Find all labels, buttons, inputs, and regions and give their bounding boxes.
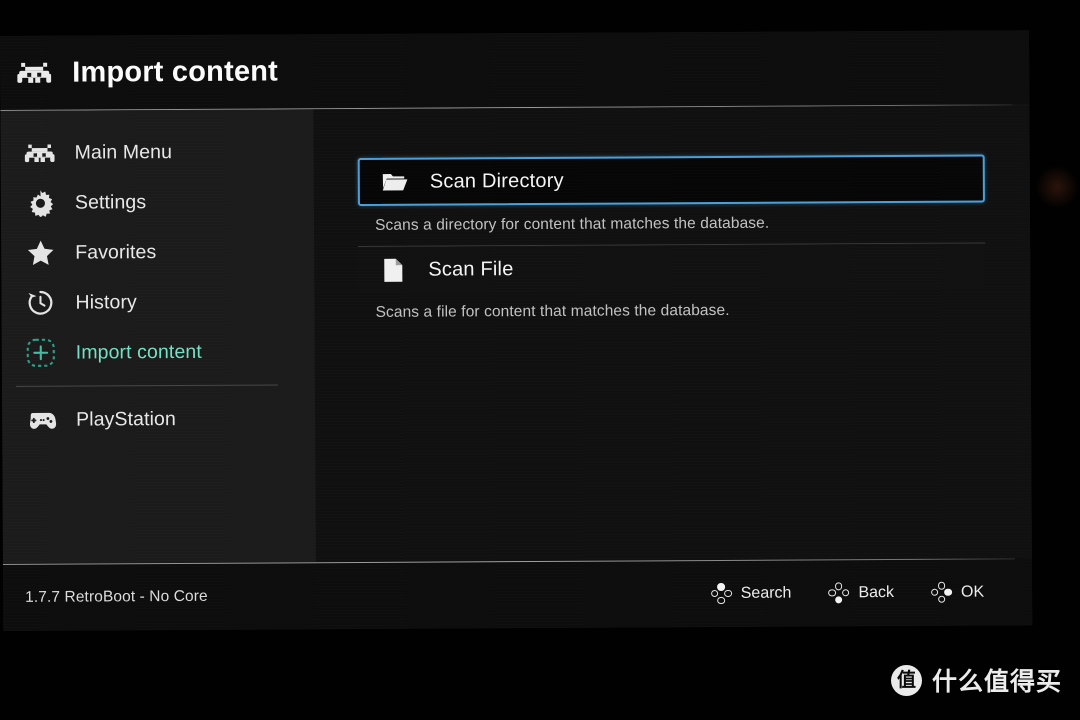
lens-glare <box>1036 166 1078 208</box>
smzdm-watermark-text: 什么值得买 <box>931 667 1062 696</box>
sidebar-item-label: Import content <box>75 340 202 364</box>
retroarch-ui-panel: Import content Main Menu Settings Favori… <box>0 30 1033 631</box>
history-clock-icon <box>19 289 61 317</box>
footer-action-label: OK <box>960 583 985 601</box>
footer-action-search[interactable]: Search <box>710 582 792 605</box>
page-title: Import content <box>72 54 279 89</box>
retroarch-logo-icon <box>14 58 54 88</box>
sidebar: Main Menu Settings Favorites History Imp… <box>0 109 316 564</box>
entry-scan-directory[interactable]: Scan Directory <box>357 154 985 207</box>
header-bar: Import content <box>0 30 1030 111</box>
photo-frame: Import content Main Menu Settings Favori… <box>0 0 1080 720</box>
sidebar-item-history[interactable]: History <box>1 276 314 328</box>
folder-icon <box>376 171 414 193</box>
entry-label: Scan File <box>428 257 514 281</box>
gamepad-icon <box>20 409 62 430</box>
entry-description: Scans a directory for content that match… <box>375 214 770 234</box>
sidebar-divider <box>15 384 278 387</box>
footer-action-back[interactable]: Back <box>828 582 895 604</box>
sidebar-item-settings[interactable]: Settings <box>1 176 314 228</box>
file-icon <box>374 257 412 282</box>
sidebar-item-playstation[interactable]: PlayStation <box>2 393 315 445</box>
footer-bar: 1.7.7 RetroBoot - No Core Search Back OK <box>2 558 1033 631</box>
footer-actions: Search Back OK <box>710 581 985 605</box>
entry-description: Scans a file for content that matches th… <box>375 301 730 321</box>
retroarch-logo-icon <box>19 142 61 163</box>
sidebar-item-label: Favorites <box>75 240 157 264</box>
footer-action-label: Back <box>858 583 895 601</box>
sidebar-item-label: History <box>75 290 137 314</box>
dashed-plus-icon <box>20 338 62 368</box>
sidebar-item-label: Settings <box>74 190 147 214</box>
footer-action-label: Search <box>740 584 792 602</box>
sidebar-item-label: PlayStation <box>76 407 176 431</box>
ps-button-cluster-icon <box>930 581 953 603</box>
sidebar-item-favorites[interactable]: Favorites <box>1 226 314 278</box>
ps-button-cluster-icon <box>710 582 732 605</box>
gear-icon <box>19 189 61 217</box>
sidebar-item-main-menu[interactable]: Main Menu <box>1 126 314 178</box>
entry-list: Scan Directory Scans a directory for con… <box>313 105 1030 333</box>
star-icon <box>19 240 61 266</box>
content-area: Scan Directory Scans a directory for con… <box>313 105 1032 563</box>
smzdm-watermark: 值 什么值得买 <box>890 662 1062 698</box>
sidebar-item-label: Main Menu <box>74 140 173 164</box>
sidebar-main-list: Main Menu Settings Favorites History Imp… <box>0 109 315 445</box>
smzdm-badge-icon: 值 <box>890 664 922 696</box>
sidebar-item-import-content[interactable]: Import content <box>2 326 315 378</box>
ps-button-cluster-icon <box>828 582 850 604</box>
entry-label: Scan Directory <box>429 169 564 193</box>
version-label: 1.7.7 RetroBoot - No Core <box>25 587 208 606</box>
footer-action-ok[interactable]: OK <box>930 581 985 603</box>
entry-scan-file[interactable]: Scan File <box>358 243 986 294</box>
